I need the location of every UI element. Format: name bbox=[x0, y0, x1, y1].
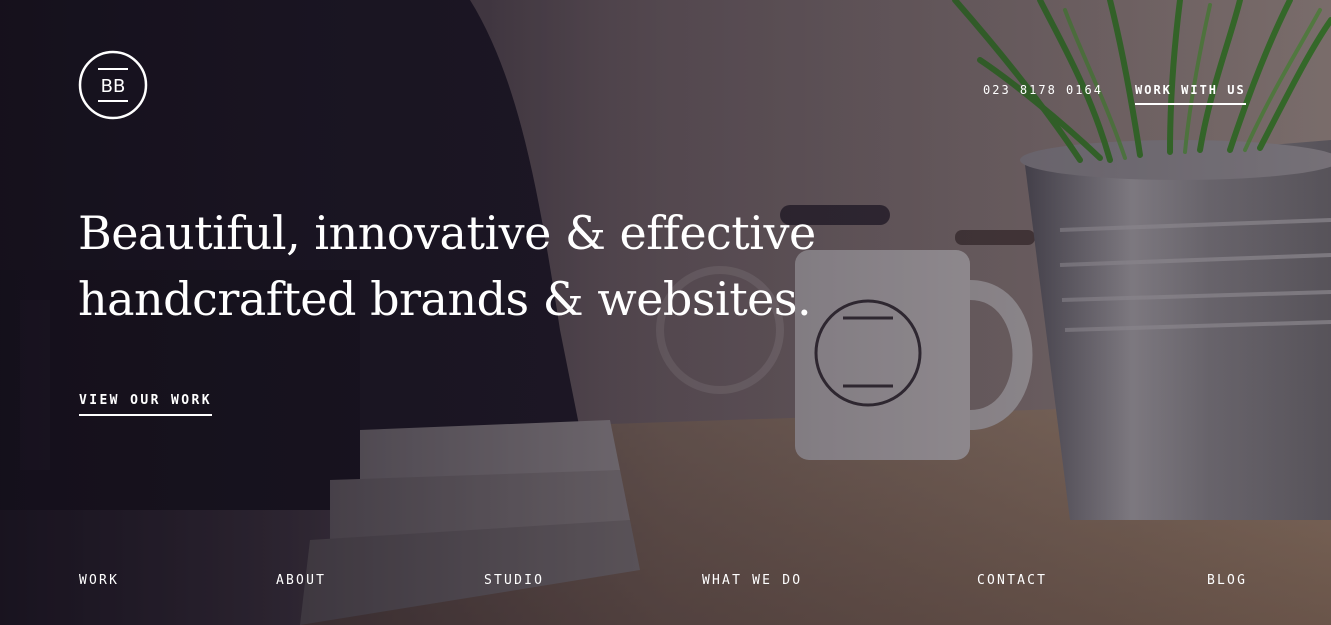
hero-headline-line2: handcrafted brands & websites. bbox=[78, 272, 812, 326]
nav-item-studio[interactable]: STUDIO bbox=[484, 573, 544, 588]
nav-item-contact[interactable]: CONTACT bbox=[977, 573, 1047, 588]
bb-monogram-logo-icon: BB bbox=[78, 50, 148, 120]
logo-text: BB bbox=[101, 76, 126, 97]
view-our-work-button[interactable]: VIEW OUR WORK bbox=[79, 393, 212, 416]
nav-item-what-we-do[interactable]: WHAT WE DO bbox=[702, 573, 802, 588]
hero-headline-line1: Beautiful, innovative & effective bbox=[78, 206, 816, 260]
main-nav: WORK ABOUT STUDIO WHAT WE DO CONTACT BLO… bbox=[79, 573, 1249, 593]
nav-item-work[interactable]: WORK bbox=[79, 573, 119, 588]
nav-item-blog[interactable]: BLOG bbox=[1207, 573, 1247, 588]
hero-headline: Beautiful, innovative & effective handcr… bbox=[78, 200, 816, 332]
bb-logo-link[interactable]: BB bbox=[78, 50, 148, 120]
nav-item-about[interactable]: ABOUT bbox=[276, 573, 326, 588]
hero-section: BB 023 8178 0164 WORK WITH US Beautiful,… bbox=[0, 0, 1331, 625]
work-with-us-button[interactable]: WORK WITH US bbox=[1135, 83, 1246, 105]
phone-number-link[interactable]: 023 8178 0164 bbox=[983, 83, 1103, 97]
